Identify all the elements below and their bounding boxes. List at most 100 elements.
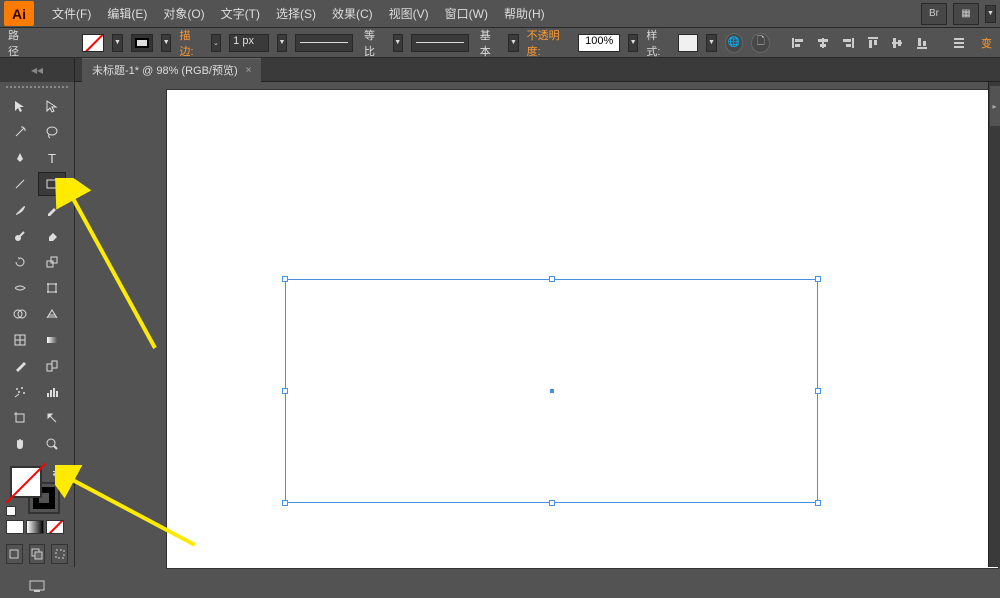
style-dropdown[interactable]: ▼ — [706, 34, 716, 52]
draw-normal-button[interactable] — [6, 544, 23, 564]
swap-colors-icon[interactable]: ⇄ — [52, 468, 60, 479]
profile-label: 等比 — [364, 27, 384, 59]
brush-def[interactable] — [411, 34, 469, 52]
gradient-color-mode[interactable] — [26, 520, 44, 534]
handle-s[interactable] — [549, 500, 555, 506]
artboard[interactable] — [167, 90, 998, 568]
type-tool[interactable]: T — [38, 146, 66, 170]
tab-handles: ◂◂ — [0, 58, 75, 82]
hand-tool[interactable] — [6, 432, 34, 456]
stroke-width-dropdown[interactable]: ▼ — [277, 34, 287, 52]
docinfo-button[interactable]: 🗋 — [751, 33, 770, 53]
scale-tool[interactable] — [38, 250, 66, 274]
rectangle-tool[interactable] — [38, 172, 66, 196]
menu-select[interactable]: 选择(S) — [268, 5, 324, 22]
align-top-button[interactable] — [864, 34, 881, 52]
distribute-button[interactable] — [950, 34, 967, 52]
draw-behind-button[interactable] — [29, 544, 46, 564]
menu-window[interactable]: 窗口(W) — [437, 5, 496, 22]
handle-se[interactable] — [815, 500, 821, 506]
align-left-button[interactable] — [790, 34, 807, 52]
lasso-tool[interactable] — [38, 120, 66, 144]
column-graph-tool[interactable] — [38, 380, 66, 404]
screen-mode-button[interactable] — [23, 574, 51, 598]
profile-dropdown[interactable]: ▼ — [393, 34, 403, 52]
menu-file[interactable]: 文件(F) — [44, 5, 99, 22]
menu-effect[interactable]: 效果(C) — [324, 5, 381, 22]
blob-brush-tool[interactable] — [6, 224, 34, 248]
pen-tool[interactable] — [6, 146, 34, 170]
zoom-tool[interactable] — [38, 432, 66, 456]
stroke-swatch[interactable] — [131, 34, 153, 52]
blend-tool[interactable] — [38, 354, 66, 378]
menu-type[interactable]: 文字(T) — [213, 5, 268, 22]
app-logo: Ai — [4, 1, 34, 26]
magic-wand-tool[interactable] — [6, 120, 34, 144]
document-tab[interactable]: 未标题-1* @ 98% (RGB/预览) × — [82, 58, 261, 82]
document-tabs: 未标题-1* @ 98% (RGB/预览) × — [0, 58, 1000, 82]
menu-object[interactable]: 对象(O) — [155, 5, 212, 22]
handle-e[interactable] — [815, 388, 821, 394]
draw-inside-button[interactable] — [51, 544, 68, 564]
mesh-tool[interactable] — [6, 328, 34, 352]
handle-n[interactable] — [549, 276, 555, 282]
handle-ne[interactable] — [815, 276, 821, 282]
menu-help[interactable]: 帮助(H) — [496, 5, 553, 22]
options-bar: 路径 ▼ ▼ 描边: ⌄ 1 px ▼ 等比 ▼ 基本 ▼ 不透明度: 100%… — [0, 28, 1000, 58]
artboard-tool[interactable] — [6, 406, 34, 430]
stroke-label: 描边: — [179, 27, 202, 59]
stroke-profile[interactable] — [295, 34, 353, 52]
center-point — [550, 389, 554, 393]
selection-tool[interactable] — [6, 94, 34, 118]
style-label: 样式: — [646, 27, 669, 59]
default-colors-icon[interactable] — [6, 506, 16, 516]
align-bottom-button[interactable] — [914, 34, 931, 52]
style-swatch[interactable] — [678, 34, 699, 52]
handle-sw[interactable] — [282, 500, 288, 506]
none-color-mode[interactable] — [46, 520, 64, 534]
fill-color-swatch[interactable] — [10, 466, 42, 498]
pencil-tool[interactable] — [38, 198, 66, 222]
svg-text:T: T — [48, 151, 56, 165]
recolor-button[interactable]: 🌐 — [725, 33, 744, 53]
stroke-width-down[interactable]: ⌄ — [211, 34, 221, 52]
eraser-tool[interactable] — [38, 224, 66, 248]
opacity-input[interactable]: 100% — [578, 34, 620, 52]
align-vcenter-button[interactable] — [889, 34, 906, 52]
arrange-docs-button[interactable]: ▦ — [953, 3, 979, 25]
free-transform-tool[interactable] — [38, 276, 66, 300]
direct-selection-tool[interactable] — [38, 94, 66, 118]
shape-builder-tool[interactable] — [6, 302, 34, 326]
fill-swatch[interactable] — [82, 34, 104, 52]
handle-nw[interactable] — [282, 276, 288, 282]
align-hcenter-button[interactable] — [815, 34, 832, 52]
panel-toggle-button[interactable]: ▸ — [990, 86, 1000, 126]
handle-w[interactable] — [282, 388, 288, 394]
slice-tool[interactable] — [38, 406, 66, 430]
opacity-label: 不透明度: — [527, 27, 571, 59]
stroke-width-input[interactable]: 1 px — [229, 34, 269, 52]
stroke-dropdown[interactable]: ▼ — [161, 34, 171, 52]
solid-color-mode[interactable] — [6, 520, 24, 534]
fill-dropdown[interactable]: ▼ — [112, 34, 122, 52]
perspective-grid-tool[interactable] — [38, 302, 66, 326]
symbol-sprayer-tool[interactable] — [6, 380, 34, 404]
brush-dropdown[interactable]: ▼ — [508, 34, 518, 52]
paintbrush-tool[interactable] — [6, 198, 34, 222]
rotate-tool[interactable] — [6, 250, 34, 274]
tools-panel: T ⇄ — [0, 82, 75, 567]
tab-close-button[interactable]: × — [246, 65, 252, 76]
width-tool[interactable] — [6, 276, 34, 300]
eyedropper-tool[interactable] — [6, 354, 34, 378]
menu-view[interactable]: 视图(V) — [381, 5, 437, 22]
opacity-dropdown[interactable]: ▼ — [628, 34, 638, 52]
tab-title: 未标题-1* @ 98% (RGB/预览) — [92, 62, 238, 78]
line-tool[interactable] — [6, 172, 34, 196]
transform-label: 变 — [981, 35, 992, 51]
menu-edit[interactable]: 编辑(E) — [99, 5, 155, 22]
arrange-dropdown[interactable]: ▼ — [985, 5, 996, 23]
gradient-tool[interactable] — [38, 328, 66, 352]
selected-rectangle[interactable] — [285, 279, 818, 503]
align-right-button[interactable] — [839, 34, 856, 52]
bridge-button[interactable]: Br — [921, 3, 947, 25]
